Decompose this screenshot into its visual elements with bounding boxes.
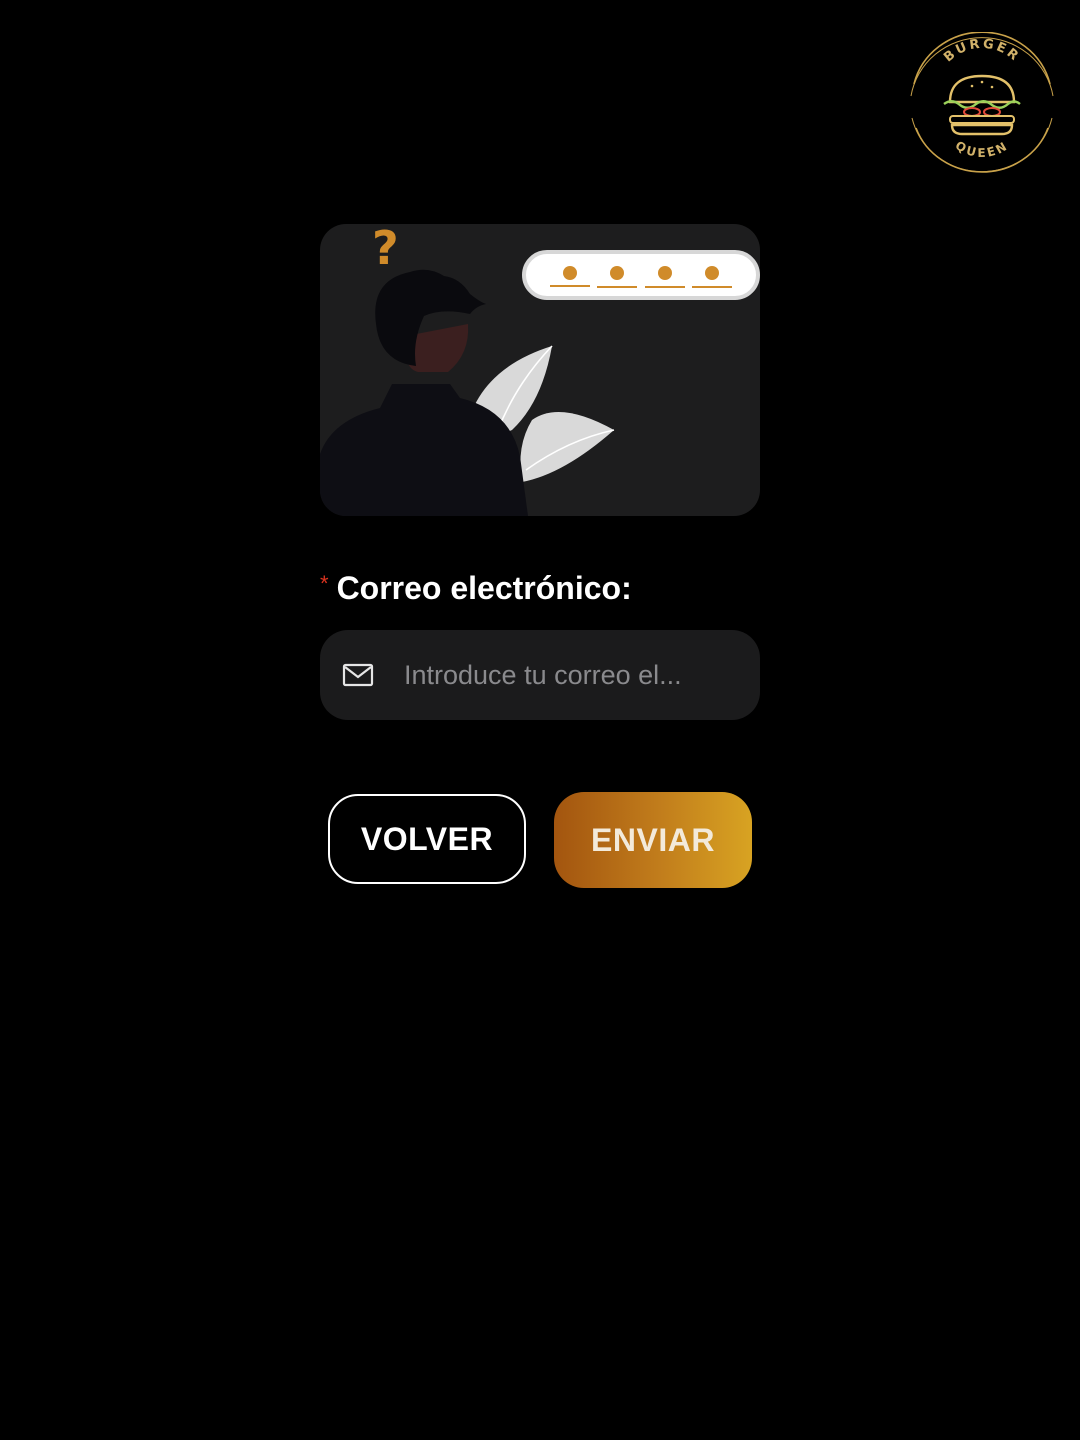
forgot-password-illustration: ? [320, 224, 760, 516]
svg-text:BURGER: BURGER [941, 37, 1022, 66]
logo-top-text: BURGER [941, 37, 1020, 66]
burger-logo-icon: BURGER QUEEN [910, 32, 1054, 173]
email-field-container[interactable] [320, 630, 760, 720]
email-label: * Correo electrónico: [320, 566, 632, 610]
recover-password-screen: BURGER QUEEN ? * Correo electrónico: Int… [0, 0, 1080, 1440]
email-label-text: Correo electrónico: [336, 569, 632, 606]
burger-queen-logo: BURGER QUEEN [906, 32, 1056, 174]
send-button[interactable]: ENVIAR [554, 792, 752, 888]
logo-bottom-text: QUEEN [953, 138, 1009, 160]
email-input[interactable] [404, 652, 734, 698]
required-marker: * [320, 571, 329, 596]
svg-text:QUEEN: QUEEN [953, 138, 1011, 160]
question-mark: ? [372, 224, 399, 275]
mail-icon [342, 661, 374, 689]
confused-person-icon: ? [320, 224, 760, 516]
back-button[interactable]: VOLVER [328, 794, 526, 884]
